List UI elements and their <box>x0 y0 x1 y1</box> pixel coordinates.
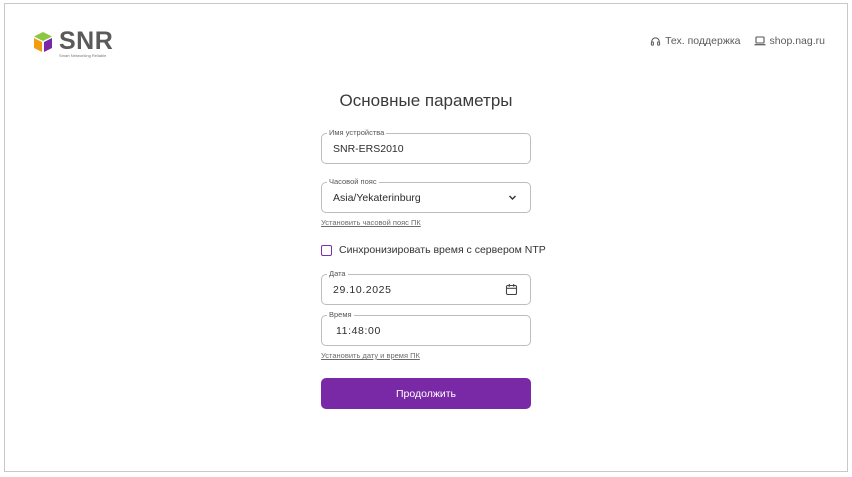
device-name-label: Имя устройства <box>327 128 387 138</box>
set-pc-datetime-link[interactable]: Установить дату и время ПК <box>321 351 420 360</box>
date-field[interactable]: Дата 29.10.2025 <box>321 269 531 305</box>
time-field[interactable]: Время 11:48:00 <box>321 310 531 346</box>
date-label: Дата <box>327 269 348 279</box>
headset-icon <box>650 36 661 46</box>
device-name-value: SNR-ERS2010 <box>333 143 404 155</box>
shop-link-label: shop.nag.ru <box>769 35 825 47</box>
set-pc-timezone-link[interactable]: Установить часовой пояс ПК <box>321 218 421 227</box>
timezone-select[interactable]: Часовой пояс Asia/Yekaterinburg <box>321 177 531 213</box>
logo-tagline: Smart Networking Reliable <box>59 53 107 58</box>
continue-button[interactable]: Продолжить <box>321 378 531 409</box>
page-title: Основные параметры <box>339 91 513 110</box>
time-value: 11:48:00 <box>336 325 381 337</box>
support-link-label: Тех. поддержка <box>665 35 741 47</box>
shop-link[interactable]: shop.nag.ru <box>754 35 825 47</box>
laptop-icon <box>754 36 766 46</box>
header-links: Тех. поддержка shop.nag.ru <box>650 35 825 47</box>
snr-logo-mark <box>34 32 52 52</box>
time-label: Время <box>327 310 354 320</box>
calendar-icon[interactable] <box>505 283 518 296</box>
device-name-field[interactable]: Имя устройства SNR-ERS2010 <box>321 128 531 164</box>
ntp-sync-checkbox[interactable] <box>321 244 332 256</box>
timezone-value: Asia/Yekaterinburg <box>333 192 421 204</box>
support-link[interactable]: Тех. поддержка <box>650 35 741 47</box>
ntp-sync-label: Синхронизировать время с сервером NTP <box>339 244 546 256</box>
snr-logo: SNR Smart Networking Reliable <box>31 28 121 58</box>
timezone-label: Часовой пояс <box>327 177 379 187</box>
chevron-down-icon[interactable] <box>508 194 517 201</box>
logo-text: SNR <box>59 27 114 55</box>
date-value: 29.10.2025 <box>333 284 392 296</box>
ntp-sync-option[interactable]: Синхронизировать время с сервером NTP <box>321 244 546 256</box>
